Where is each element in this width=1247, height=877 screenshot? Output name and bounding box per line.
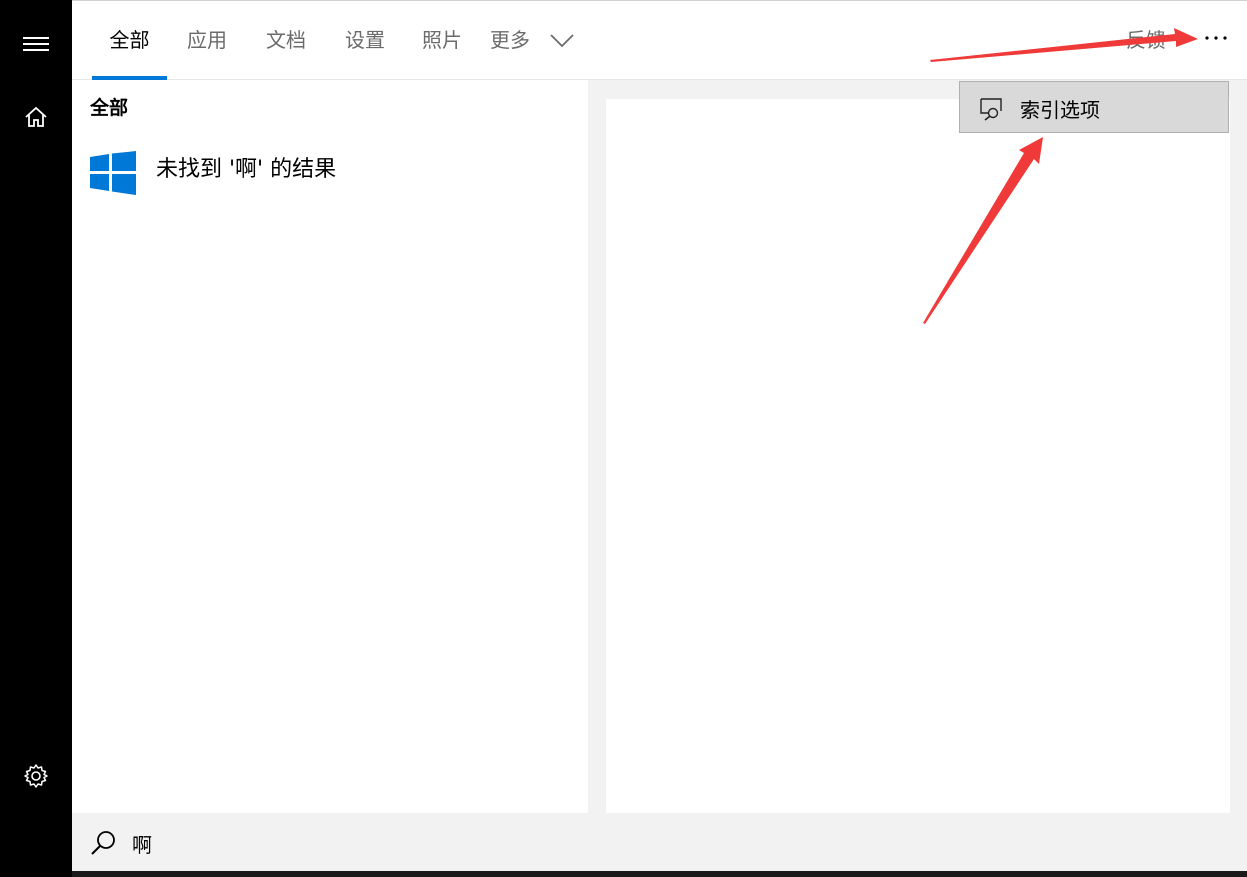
index-options-icon — [980, 98, 1002, 121]
tab-more[interactable]: 更多 — [490, 1, 590, 80]
settings-button[interactable] — [0, 752, 72, 800]
section-title: 全部 — [90, 97, 129, 119]
taskbar-edge — [72, 871, 1247, 877]
tab-label: 应用 — [187, 28, 227, 52]
more-options-button[interactable] — [1201, 23, 1231, 53]
more-options-menu: 索引选项 — [959, 81, 1229, 133]
search-icon — [91, 831, 115, 855]
tab-all[interactable]: 全部 — [92, 1, 167, 80]
tab-documents[interactable]: 文档 — [254, 1, 318, 80]
home-icon — [25, 106, 47, 127]
search-input[interactable] — [132, 830, 732, 856]
menu-item-label: 索引选项 — [1020, 98, 1100, 122]
search-bar — [72, 813, 1247, 872]
sidebar — [0, 0, 72, 877]
tab-label: 文档 — [266, 28, 306, 52]
tab-settings[interactable]: 设置 — [333, 1, 397, 80]
gear-icon — [24, 764, 48, 788]
tab-label: 更多 — [490, 28, 530, 52]
ellipsis-icon — [1205, 36, 1227, 40]
home-button[interactable] — [0, 93, 72, 141]
feedback-link[interactable]: 反馈 — [1126, 1, 1166, 80]
tab-apps[interactable]: 应用 — [175, 1, 239, 80]
no-result-text: 未找到 '啊' 的结果 — [156, 157, 337, 182]
hamburger-icon — [23, 37, 49, 51]
tab-label: 全部 — [109, 28, 150, 52]
chevron-down-icon — [550, 34, 574, 48]
windows-logo-icon — [90, 151, 136, 195]
tab-label: 照片 — [422, 28, 462, 52]
menu-item-index-options[interactable]: 索引选项 — [960, 82, 1228, 132]
preview-pane — [606, 99, 1230, 813]
tab-photos[interactable]: 照片 — [410, 1, 474, 80]
tab-label: 设置 — [345, 28, 385, 52]
no-result-item[interactable]: 未找到 '啊' 的结果 — [72, 141, 588, 201]
hamburger-menu-button[interactable] — [0, 20, 72, 68]
tab-bar: 全部 应用 文档 设置 照片 更多 反馈 — [72, 1, 1247, 80]
